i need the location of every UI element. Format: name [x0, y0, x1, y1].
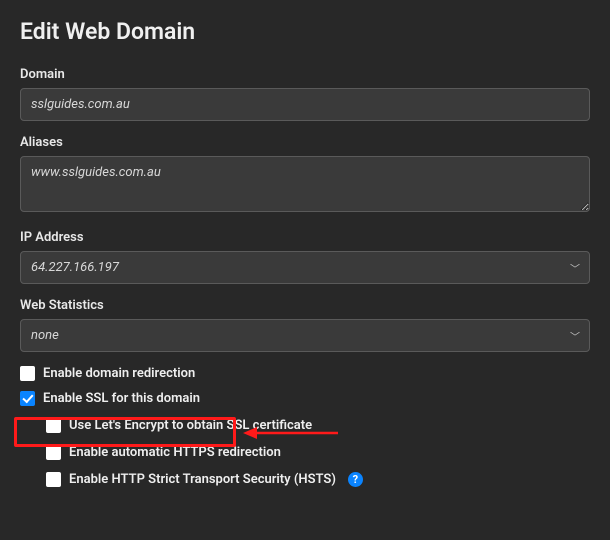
letsencrypt-row: Use Let's Encrypt to obtain SSL certific… — [46, 418, 590, 433]
aliases-label: Aliases — [20, 135, 590, 150]
hsts-label: Enable HTTP Strict Transport Security (H… — [69, 472, 336, 487]
aliases-field: Aliases www.sslguides.com.au — [20, 135, 590, 216]
ssl-row: Enable SSL for this domain — [20, 391, 590, 406]
redirect-label: Enable domain redirection — [43, 366, 195, 381]
https-redirect-label: Enable automatic HTTPS redirection — [69, 445, 281, 460]
help-icon[interactable]: ? — [348, 472, 363, 487]
ip-field: IP Address 64.227.166.197 ﹀ — [20, 230, 590, 284]
redirect-row: Enable domain redirection — [20, 366, 590, 381]
hsts-row: Enable HTTP Strict Transport Security (H… — [46, 472, 590, 487]
ip-label: IP Address — [20, 230, 590, 245]
redirect-checkbox[interactable] — [20, 366, 35, 381]
domain-field: Domain — [20, 67, 590, 121]
ssl-label: Enable SSL for this domain — [43, 391, 200, 406]
webstats-select[interactable]: none — [20, 319, 590, 352]
ip-select[interactable]: 64.227.166.197 — [20, 251, 590, 284]
webstats-label: Web Statistics — [20, 298, 590, 313]
page-title: Edit Web Domain — [20, 18, 590, 45]
domain-label: Domain — [20, 67, 590, 82]
aliases-input[interactable]: www.sslguides.com.au — [20, 156, 590, 212]
letsencrypt-checkbox[interactable] — [46, 418, 61, 433]
domain-input[interactable] — [20, 88, 590, 121]
https-redirect-checkbox[interactable] — [46, 445, 61, 460]
hsts-checkbox[interactable] — [46, 472, 61, 487]
letsencrypt-label: Use Let's Encrypt to obtain SSL certific… — [69, 418, 312, 433]
webstats-field: Web Statistics none ﹀ — [20, 298, 590, 352]
ssl-checkbox[interactable] — [20, 391, 35, 406]
https-redirect-row: Enable automatic HTTPS redirection — [46, 445, 590, 460]
